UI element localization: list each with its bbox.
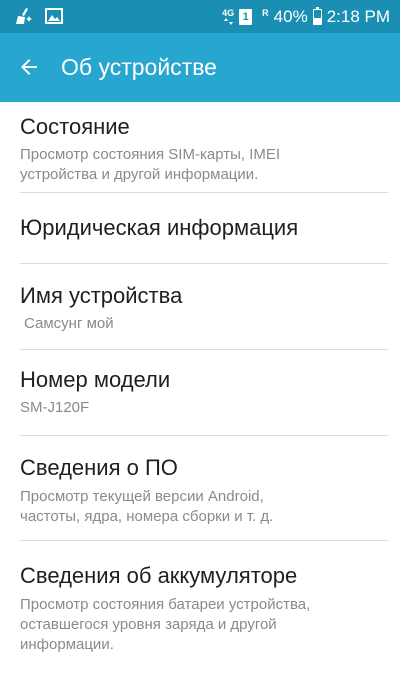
settings-list: Состояние Просмотр состояния SIM-карты, … — [0, 102, 400, 681]
data-arrows-icon — [223, 17, 233, 25]
app-bar: Об устройстве — [0, 33, 400, 102]
item-subtitle: SM-J120F — [20, 399, 90, 416]
item-subtitle: Просмотр текущей версии Android, частоты,… — [20, 488, 274, 525]
system-status: 4G 1 R 40% 2:18 PM — [222, 0, 390, 33]
clock: 2:18 PM — [326, 6, 390, 26]
item-title: Состояние — [20, 114, 130, 139]
item-title: Юридическая информация — [20, 215, 299, 240]
battery-percent: 40% — [273, 6, 308, 26]
status-bar: 4G 1 R 40% 2:18 PM — [0, 0, 400, 33]
item-title: Сведения о ПО — [20, 455, 178, 480]
list-item-battery-info[interactable]: Сведения об аккумуляторе Просмотр состоя… — [0, 541, 400, 681]
battery-level-fill — [313, 17, 321, 24]
roaming-indicator: R — [262, 7, 269, 18]
back-arrow-icon[interactable] — [17, 55, 41, 79]
list-item-model-number[interactable]: Номер модели SM-J120F — [0, 350, 400, 436]
sim-indicator: 1 — [239, 8, 253, 25]
item-title: Имя устройства — [20, 283, 183, 308]
battery-icon — [312, 6, 322, 25]
list-item-status[interactable]: Состояние Просмотр состояния SIM-карты, … — [0, 102, 400, 193]
item-title: Номер модели — [20, 367, 171, 392]
page-title: Об устройстве — [61, 54, 217, 80]
gallery-image-icon — [45, 8, 63, 24]
item-subtitle: Просмотр состояния батареи устройства, ос… — [20, 596, 311, 653]
item-subtitle: Самсунг мой — [24, 315, 114, 332]
list-item-device-name[interactable]: Имя устройства Самсунг мой — [0, 264, 400, 350]
network-type-label: 4G — [222, 7, 235, 18]
cleaner-broom-icon — [16, 8, 32, 24]
list-item-software-info[interactable]: Сведения о ПО Просмотр текущей версии An… — [0, 436, 400, 541]
list-item-legal-info[interactable]: Юридическая информация — [0, 193, 400, 264]
network-type-indicator: 4G — [222, 7, 235, 25]
item-title: Сведения об аккумуляторе — [20, 563, 298, 588]
item-subtitle: Просмотр состояния SIM-карты, IMEI устрой… — [20, 146, 281, 183]
notification-icons — [14, 6, 64, 26]
